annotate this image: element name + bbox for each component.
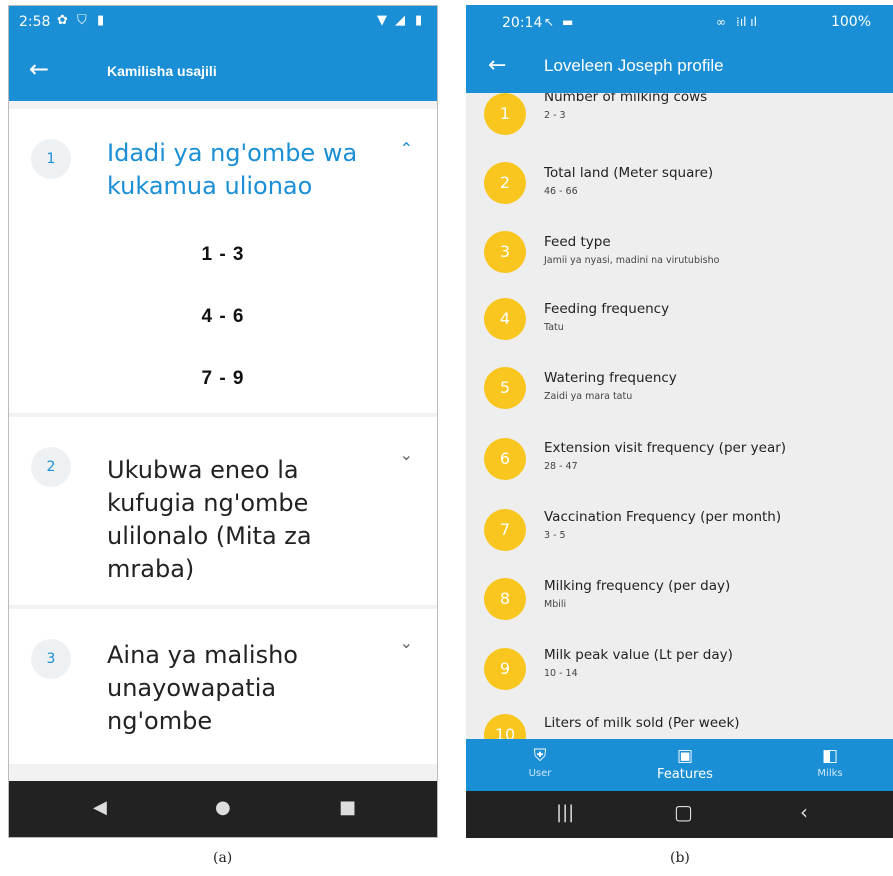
app-bar: ← Kamilisha usajili (9, 41, 437, 101)
list-item: 3 Feed type Jamii ya nyasi, madini na vi… (466, 223, 893, 283)
feature-title: Feeding frequency (544, 301, 670, 317)
recents-square-icon[interactable]: ■ (339, 797, 356, 818)
app-bar: ← Loveleen Joseph profile (466, 43, 893, 93)
status-time: 2:58 (19, 14, 51, 30)
feature-value: 46 - 66 (544, 186, 578, 197)
question-list: 1 Idadi ya ng'ombe wa kukamua ulionao ⌃ … (9, 101, 437, 783)
number-badge: 6 (484, 438, 526, 480)
question-card-3[interactable]: 3 Aina ya malisho unayowapatia ng'ombe ⌄ (9, 609, 437, 764)
status-bar: 20:14 ↖ ▬ ∞ ⁞ıl ıl 100% (466, 5, 893, 43)
number-badge: 4 (484, 298, 526, 340)
wifi-icon: ▼ (377, 13, 387, 28)
tab-label: Features (657, 767, 713, 782)
shield-icon: ⛉ (77, 13, 87, 28)
tab-label: Milks (817, 768, 843, 779)
feature-title: Watering frequency (544, 370, 677, 386)
system-nav-bar: ||| ▢ ‹ (466, 791, 893, 838)
feature-value: 28 - 47 (544, 461, 578, 472)
shield-check-icon: ⛨ (533, 746, 547, 766)
bottom-navigation: ⛨ User ▣ Features ◧ Milks (466, 739, 893, 791)
list-item: 1 Number of milking cows 2 - 3 (466, 93, 893, 145)
tab-milks[interactable]: ◧ Milks (770, 739, 890, 791)
phone-a-screen: 2:58 ✿ ⛉ ▮ ▼ ◢ ▮ ← Kamilisha usajili 1 I… (8, 5, 438, 838)
feature-title: Total land (Meter square) (544, 165, 714, 181)
feature-title: Liters of milk sold (Per week) (544, 715, 740, 731)
caption-b: (b) (670, 850, 690, 866)
settings-icon: ✿ (57, 13, 68, 28)
feature-title: Vaccination Frequency (per month) (544, 509, 782, 525)
question-number: 1 (31, 139, 71, 179)
back-chevron-icon[interactable]: ‹ (800, 800, 808, 824)
feature-value: Zaidi ya mara tatu (544, 391, 633, 402)
link-icon: ∞ (716, 15, 726, 29)
option-item[interactable]: 4 - 6 (9, 306, 437, 328)
status-bar: 2:58 ✿ ⛉ ▮ ▼ ◢ ▮ (9, 6, 437, 41)
number-badge: 1 (484, 93, 526, 135)
page-title: Loveleen Joseph profile (544, 56, 724, 75)
signal-icon: ⁞ıl ıl (736, 15, 757, 29)
feature-value: 2 - 3 (544, 110, 566, 121)
back-triangle-icon[interactable]: ◀ (93, 797, 107, 818)
feature-title: Milking frequency (per day) (544, 578, 731, 594)
home-rounded-icon[interactable]: ▢ (674, 800, 693, 824)
signal-icon: ◢ (395, 13, 405, 28)
back-arrow-icon[interactable]: ← (29, 55, 49, 83)
home-circle-icon[interactable]: ● (215, 797, 231, 818)
status-time: 20:14 (502, 15, 543, 31)
list-item: 6 Extension visit frequency (per year) 2… (466, 430, 893, 490)
question-card-2[interactable]: 2 Ukubwa eneo la kufugia ng'ombe ulilona… (9, 417, 437, 605)
id-card-icon: ▣ (676, 746, 694, 766)
chevron-down-icon[interactable]: ⌄ (400, 445, 413, 464)
number-badge: 3 (484, 231, 526, 273)
call-forward-icon: ↖ (544, 15, 555, 29)
battery-percent: 100% (830, 14, 871, 30)
list-item: 10 Liters of milk sold (Per week) (466, 706, 893, 739)
system-nav-bar: ◀ ● ■ (9, 781, 437, 837)
feature-list: 1 Number of milking cows 2 - 3 2 Total l… (466, 93, 893, 739)
feature-value: Jamii ya nyasi, madini na virutubisho (544, 255, 720, 266)
list-item: 4 Feeding frequency Tatu (466, 292, 893, 352)
list-item: 2 Total land (Meter square) 46 - 66 (466, 154, 893, 214)
feature-value: Mbili (544, 599, 567, 610)
number-badge: 9 (484, 648, 526, 690)
recents-lines-icon[interactable]: ||| (556, 802, 574, 823)
feature-value: Tatu (544, 322, 564, 333)
tab-features[interactable]: ▣ Features (625, 739, 745, 791)
question-number: 2 (31, 447, 71, 487)
option-item[interactable]: 1 - 3 (9, 244, 437, 266)
number-badge: 7 (484, 509, 526, 551)
caption-a: (a) (213, 850, 233, 866)
feature-value: 3 - 5 (544, 530, 566, 541)
battery-icon: ▮ (415, 13, 423, 28)
question-text: Ukubwa eneo la kufugia ng'ombe ulilonalo… (107, 456, 312, 583)
feature-value: 10 - 14 (544, 668, 578, 679)
option-item[interactable]: 7 - 9 (9, 368, 437, 390)
tab-label: User (528, 768, 552, 779)
number-badge: 2 (484, 162, 526, 204)
chevron-down-icon[interactable]: ⌄ (400, 633, 413, 652)
page-title: Kamilisha usajili (107, 63, 217, 79)
back-arrow-icon[interactable]: ← (488, 53, 506, 78)
message-icon: ▬ (562, 15, 574, 29)
feature-title: Number of milking cows (544, 93, 708, 105)
question-card-1[interactable]: 1 Idadi ya ng'ombe wa kukamua ulionao ⌃ … (9, 109, 437, 413)
phone-b-screen: 20:14 ↖ ▬ ∞ ⁞ıl ıl 100% ← Loveleen Josep… (466, 5, 893, 838)
chevron-up-icon[interactable]: ⌃ (400, 139, 413, 158)
tab-user[interactable]: ⛨ User (480, 739, 600, 791)
number-badge: 8 (484, 578, 526, 620)
feature-title: Feed type (544, 234, 611, 250)
number-badge: 10 (484, 714, 526, 739)
feature-title: Extension visit frequency (per year) (544, 440, 787, 456)
list-item: 9 Milk peak value (Lt per day) 10 - 14 (466, 637, 893, 697)
sim-card-icon: ▮ (97, 13, 105, 28)
compare-icon: ◧ (821, 746, 839, 766)
number-badge: 5 (484, 367, 526, 409)
feature-title: Milk peak value (Lt per day) (544, 647, 733, 663)
question-text: Idadi ya ng'ombe wa kukamua ulionao (107, 139, 358, 200)
list-item: 5 Watering frequency Zaidi ya mara tatu (466, 361, 893, 421)
question-number: 3 (31, 639, 71, 679)
question-text: Aina ya malisho unayowapatia ng'ombe (107, 641, 298, 735)
list-item: 8 Milking frequency (per day) Mbili (466, 568, 893, 628)
list-item: 7 Vaccination Frequency (per month) 3 - … (466, 499, 893, 559)
